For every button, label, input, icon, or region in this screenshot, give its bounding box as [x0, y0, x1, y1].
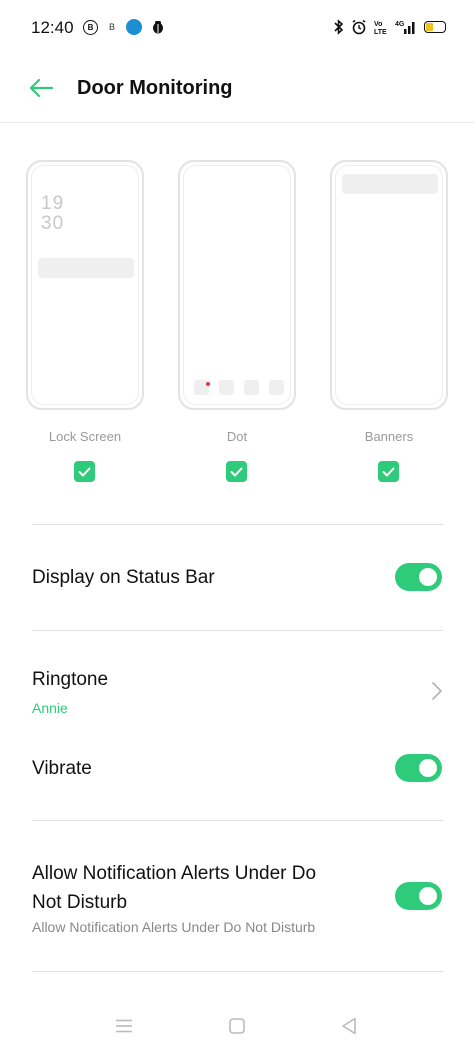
back-button[interactable] — [335, 1014, 363, 1038]
signal-4g-icon: 4G — [395, 21, 415, 34]
svg-text:4G: 4G — [395, 21, 405, 28]
notification-placeholder — [38, 258, 134, 278]
menu-button[interactable] — [110, 1014, 138, 1038]
b-badge-icon: B — [83, 19, 98, 35]
banners-preview[interactable] — [330, 160, 448, 410]
menu-icon — [116, 1019, 132, 1033]
status-left-icons: B B — [83, 19, 166, 35]
volte-icon: Vo LTE — [374, 21, 387, 35]
dock-app-placeholder — [219, 380, 234, 395]
dot-preview[interactable] — [178, 160, 296, 410]
blue-app-icon — [126, 19, 142, 35]
status-bar: 12:40 B B Vo LTE 4G — [0, 0, 474, 56]
display-on-status-bar-label: Display on Status Bar — [32, 567, 215, 588]
vibrate-label: Vibrate — [32, 758, 92, 779]
svg-text:Vo: Vo — [374, 21, 382, 28]
home-button[interactable] — [223, 1014, 251, 1038]
dnd-alerts-description: Allow Notification Alerts Under Do Not D… — [32, 919, 316, 935]
bluetooth-icon — [334, 19, 344, 35]
vibrate-toggle[interactable] — [395, 754, 442, 782]
back-arrow-icon[interactable] — [28, 77, 54, 99]
banner-placeholder — [342, 174, 438, 194]
divider — [32, 971, 443, 972]
app-header: Door Monitoring — [0, 56, 474, 123]
lock-screen-checkbox[interactable] — [74, 461, 95, 482]
lock-screen-preview[interactable]: 19 30 — [26, 160, 144, 410]
display-on-status-bar-toggle[interactable] — [395, 563, 442, 591]
ringtone-label: Ringtone — [32, 669, 109, 690]
divider — [32, 820, 443, 821]
checkmark-icon — [382, 467, 395, 476]
notification-dot — [206, 382, 210, 386]
back-icon — [342, 1017, 356, 1035]
lock-screen-label: Lock Screen — [48, 429, 122, 444]
dock-app-placeholder — [269, 380, 284, 395]
checkmark-icon — [78, 467, 91, 476]
dot-label: Dot — [226, 429, 248, 444]
battery-icon — [424, 21, 446, 33]
bug-icon — [153, 21, 163, 34]
status-time: 12:40 — [31, 18, 74, 37]
svg-text:LTE: LTE — [374, 29, 387, 35]
lock-screen-time: 19 30 — [41, 193, 65, 234]
dot-checkbox[interactable] — [226, 461, 247, 482]
b-small-icon: B — [108, 22, 115, 32]
ringtone-value: Annie — [32, 700, 68, 716]
home-icon — [229, 1018, 245, 1034]
divider — [32, 524, 443, 525]
page-title: Door Monitoring — [77, 77, 233, 99]
status-right-icons: Vo LTE 4G — [334, 19, 446, 35]
navigation-bar — [0, 1000, 474, 1053]
chevron-right-icon — [432, 682, 442, 700]
checkmark-icon — [230, 467, 243, 476]
dock-app-placeholder — [244, 380, 259, 395]
dnd-alerts-label: Allow Notification Alerts Under Do Not D… — [32, 863, 317, 913]
banners-label: Banners — [364, 429, 414, 444]
banners-checkbox[interactable] — [378, 461, 399, 482]
alarm-icon — [352, 19, 366, 35]
divider — [32, 630, 443, 631]
dnd-alerts-toggle[interactable] — [395, 882, 442, 910]
